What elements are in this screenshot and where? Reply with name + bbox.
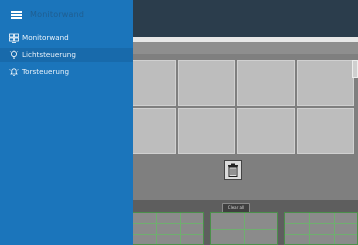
nav-item-label: Lichtsteuerung	[22, 50, 76, 59]
drawer-title: Monitorwand	[30, 10, 85, 19]
side-handle[interactable]	[352, 60, 358, 78]
nav-item-label: Monitorwand	[22, 33, 69, 42]
wall-slot[interactable]	[237, 108, 295, 154]
nav-item-monitorwand[interactable]: Monitorwand	[0, 31, 133, 45]
monitor-thumbnail[interactable]	[210, 212, 278, 245]
trash-icon	[228, 163, 238, 177]
wall-slot[interactable]	[237, 60, 295, 106]
nav-item-torsteuerung[interactable]: Torsteuerung	[0, 65, 133, 79]
nav-item-label: Torsteuerung	[22, 67, 70, 76]
wall-slot[interactable]	[296, 60, 354, 106]
wall-slot[interactable]	[177, 108, 235, 154]
drawer-header: Monitorwand	[0, 0, 133, 30]
lightbulb-icon	[9, 50, 19, 59]
navigation-drawer: Monitorwand Monitorwand Lichtsteuerung T…	[0, 0, 133, 245]
monitor-thumbnail[interactable]	[132, 212, 204, 245]
nav-item-lichtsteuerung[interactable]: Lichtsteuerung	[0, 48, 133, 62]
wall-slot[interactable]	[177, 60, 235, 106]
monitor-wall-grid	[118, 60, 354, 154]
monitor-source-list	[132, 212, 358, 245]
monitor-thumbnail[interactable]	[284, 212, 358, 245]
bell-icon	[9, 68, 19, 76]
menu-icon[interactable]	[11, 11, 22, 19]
wall-slot[interactable]	[296, 108, 354, 154]
monitor-grid-icon	[9, 33, 19, 43]
trash-button[interactable]	[224, 160, 242, 180]
